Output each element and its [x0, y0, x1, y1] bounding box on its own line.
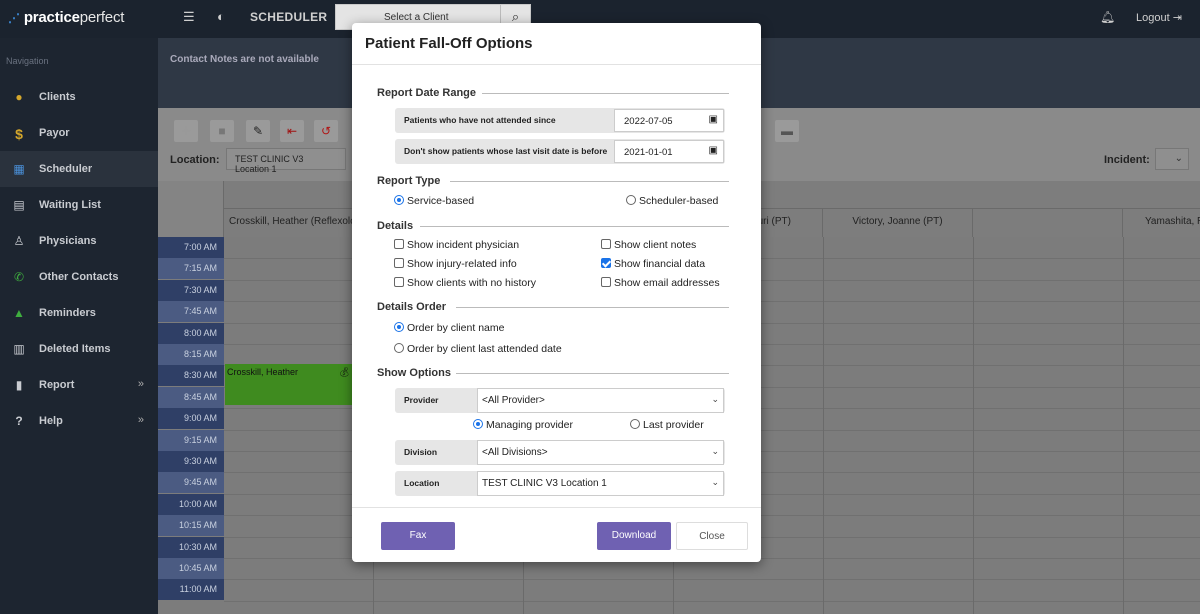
- divider: [456, 307, 729, 308]
- fall-off-options-modal: Patient Fall-Off Options Report Date Ran…: [352, 23, 761, 562]
- show-injury-info-checkbox[interactable]: Show injury-related info: [394, 258, 517, 270]
- divider: [482, 93, 729, 94]
- section-heading: Report Type: [377, 175, 441, 187]
- provider-row: Provider <All Provider> ⌄: [395, 388, 725, 413]
- section-heading: Show Options: [377, 367, 451, 379]
- modal-title: Patient Fall-Off Options: [365, 35, 533, 52]
- checkbox[interactable]: [394, 277, 404, 287]
- checkbox-checked[interactable]: [601, 258, 611, 268]
- not-attended-label: Patients who have not attended since: [404, 115, 556, 125]
- fax-button[interactable]: Fax: [381, 522, 455, 550]
- close-button[interactable]: Close: [676, 522, 748, 550]
- last-provider-radio[interactable]: Last provider: [630, 419, 704, 431]
- section-heading: Details: [377, 220, 414, 232]
- download-button[interactable]: Download: [597, 522, 671, 550]
- service-based-radio[interactable]: Service-based: [394, 195, 474, 207]
- provider-select[interactable]: <All Provider> ⌄: [477, 388, 724, 413]
- last-visit-row: Don't show patients whose last visit dat…: [395, 139, 725, 164]
- divider: [450, 181, 729, 182]
- checkbox[interactable]: [601, 239, 611, 249]
- last-visit-label: Don't show patients whose last visit dat…: [404, 146, 608, 156]
- location-select[interactable]: TEST CLINIC V3 Location 1 ⌄: [477, 471, 724, 496]
- not-attended-row: Patients who have not attended since 202…: [395, 108, 725, 133]
- order-by-name-radio[interactable]: Order by client name: [394, 322, 504, 334]
- last-visit-date-input[interactable]: 2021-01-01 ▣: [614, 140, 724, 163]
- not-attended-date-input[interactable]: 2022-07-05 ▣: [614, 109, 724, 132]
- radio-checked[interactable]: [394, 322, 404, 332]
- division-row: Division <All Divisions> ⌄: [395, 440, 725, 465]
- checkbox[interactable]: [394, 239, 404, 249]
- radio-checked[interactable]: [394, 195, 404, 205]
- modal-footer: Fax Download Close: [352, 507, 761, 562]
- divider: [420, 226, 729, 227]
- chevron-down-icon: ⌄: [711, 446, 719, 456]
- order-by-last-attended-radio[interactable]: Order by client last attended date: [394, 343, 562, 355]
- calendar-icon[interactable]: ▣: [709, 114, 718, 125]
- section-heading: Report Date Range: [377, 87, 477, 99]
- calendar-icon[interactable]: ▣: [709, 145, 718, 156]
- radio-unchecked[interactable]: [626, 195, 636, 205]
- location-label: Location: [404, 478, 440, 488]
- scheduler-based-radio[interactable]: Scheduler-based: [626, 195, 718, 207]
- managing-provider-radio[interactable]: Managing provider: [473, 419, 573, 431]
- divider: [456, 373, 729, 374]
- show-email-checkbox[interactable]: Show email addresses: [601, 277, 720, 289]
- show-financial-data-checkbox[interactable]: Show financial data: [601, 258, 705, 270]
- location-row: Location TEST CLINIC V3 Location 1 ⌄: [395, 471, 725, 496]
- section-heading: Details Order: [377, 301, 447, 313]
- show-client-notes-checkbox[interactable]: Show client notes: [601, 239, 696, 251]
- checkbox[interactable]: [394, 258, 404, 268]
- division-select[interactable]: <All Divisions> ⌄: [477, 440, 724, 465]
- provider-label: Provider: [404, 395, 439, 405]
- chevron-down-icon: ⌄: [711, 394, 719, 404]
- checkbox[interactable]: [601, 277, 611, 287]
- modal-header: Patient Fall-Off Options: [352, 23, 761, 65]
- show-incident-physician-checkbox[interactable]: Show incident physician: [394, 239, 519, 251]
- radio-unchecked[interactable]: [630, 419, 640, 429]
- radio-unchecked[interactable]: [394, 343, 404, 353]
- division-label: Division: [404, 447, 438, 457]
- radio-checked[interactable]: [473, 419, 483, 429]
- show-no-history-checkbox[interactable]: Show clients with no history: [394, 277, 536, 289]
- chevron-down-icon: ⌄: [711, 477, 719, 487]
